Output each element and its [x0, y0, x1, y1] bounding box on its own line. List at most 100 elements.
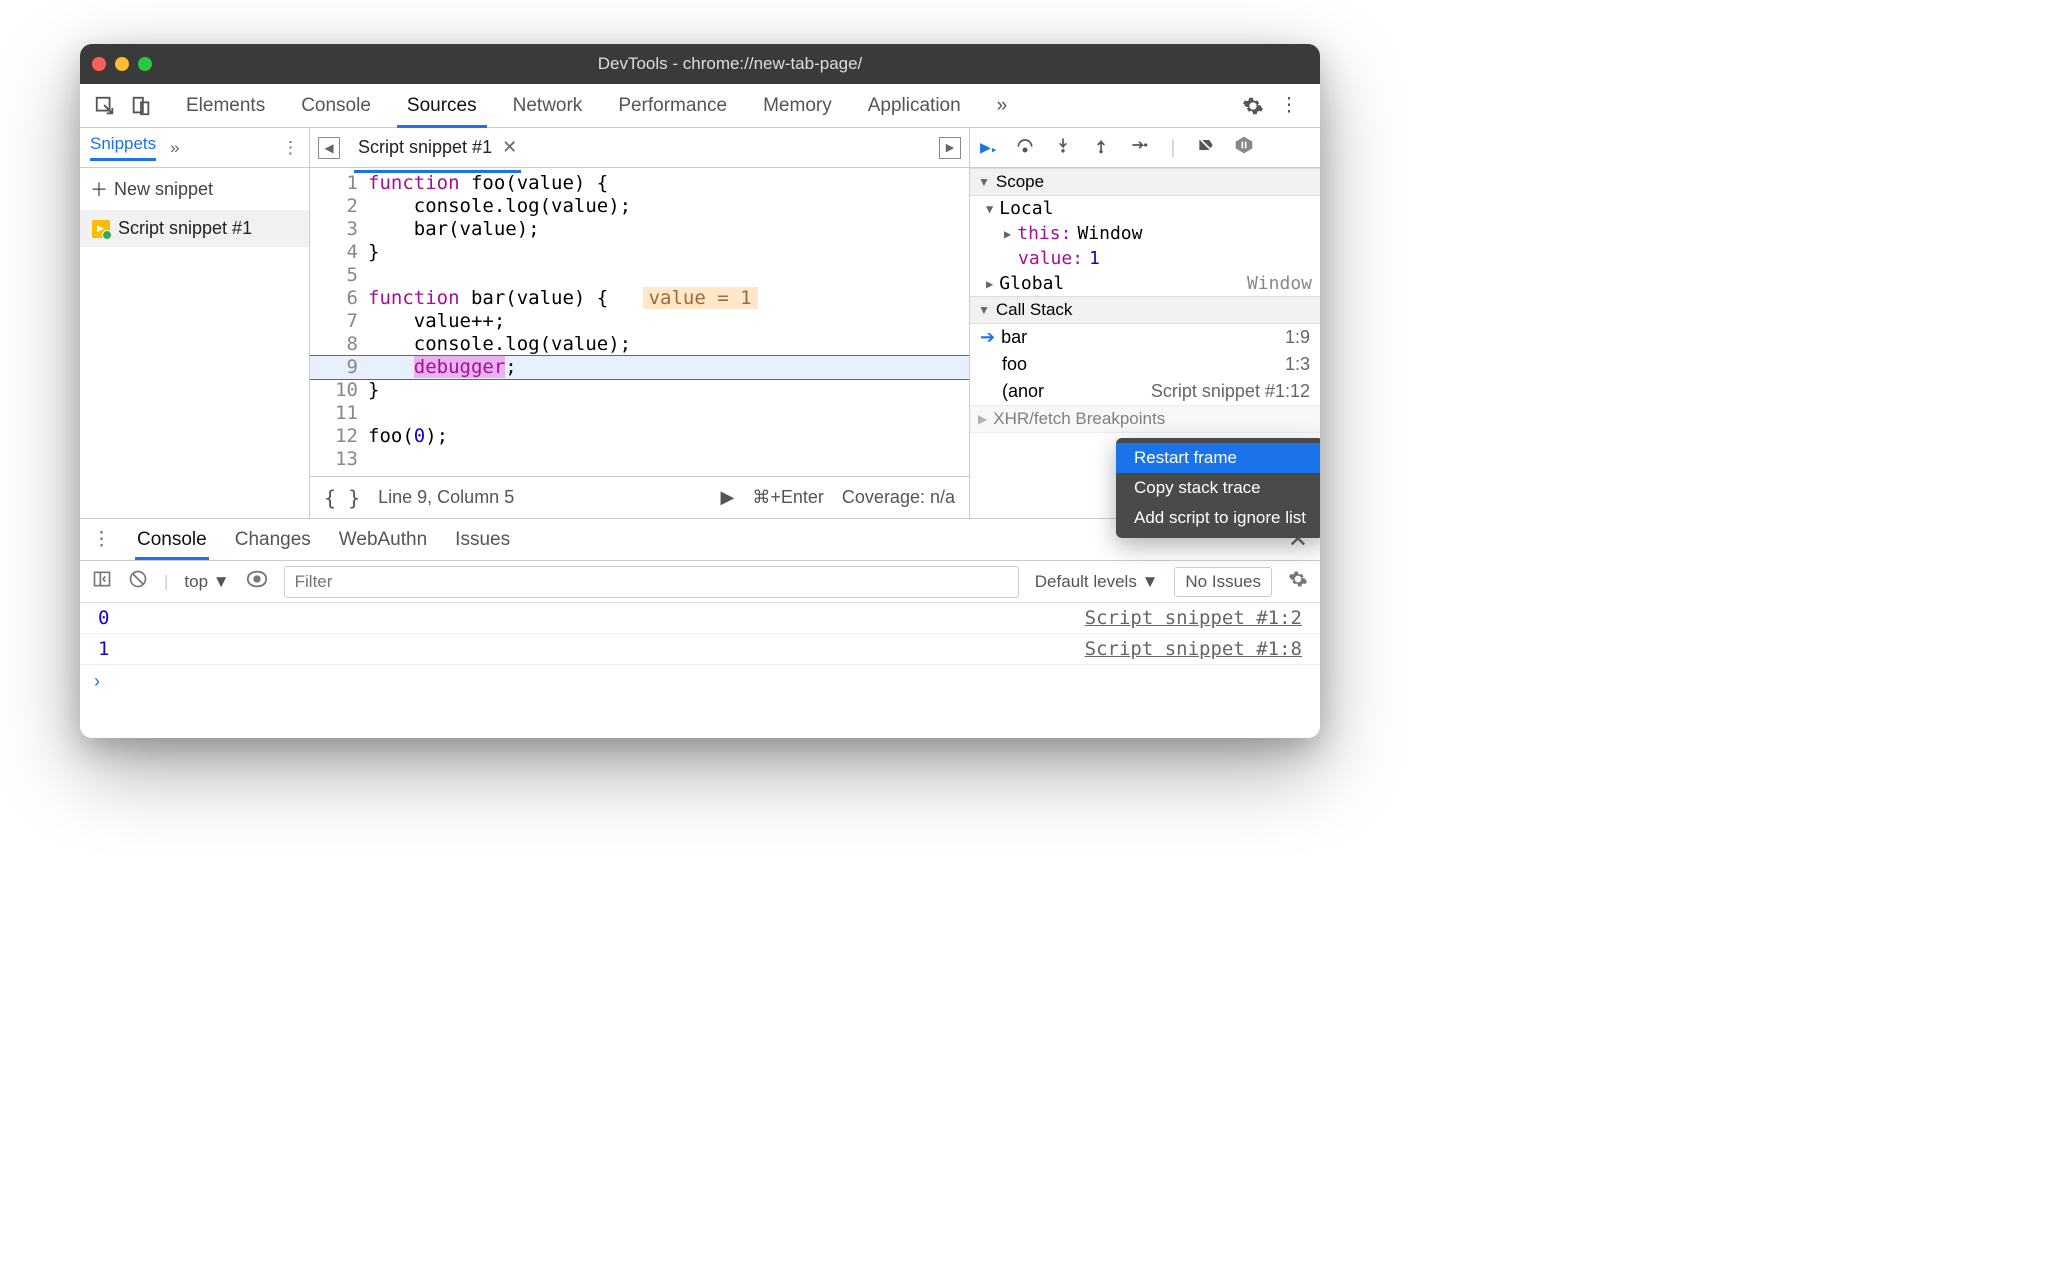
debugger-toolbar: ▶▸ | — [970, 128, 1320, 168]
code-line[interactable]: 7 value++; — [310, 310, 969, 333]
clear-console-icon[interactable] — [128, 569, 148, 594]
settings-gear-icon[interactable] — [1238, 91, 1268, 121]
pretty-print-icon[interactable]: { } — [324, 486, 360, 510]
inspect-icon[interactable] — [90, 91, 120, 121]
plus-icon: ＋ — [90, 176, 108, 202]
sidebar-header: Snippets » ⋮ — [80, 128, 309, 168]
code-line[interactable]: 6function bar(value) { value = 1 — [310, 287, 969, 310]
live-expression-icon[interactable] — [246, 568, 268, 595]
tab-network[interactable]: Network — [495, 85, 601, 127]
code-line[interactable]: 5 — [310, 264, 969, 287]
ctx-copy-stack-trace[interactable]: Copy stack trace — [1116, 473, 1320, 503]
drawer-tab-changes[interactable]: Changes — [233, 521, 313, 559]
scope-header[interactable]: ▼Scope — [970, 168, 1320, 196]
tab-performance[interactable]: Performance — [600, 85, 745, 127]
console-output: 0Script snippet #1:2 1Script snippet #1:… — [80, 603, 1320, 665]
callstack-header[interactable]: ▼Call Stack — [970, 296, 1320, 324]
tab-sources[interactable]: Sources — [389, 85, 495, 127]
kebab-menu-icon[interactable]: ⋮ — [1274, 91, 1304, 121]
scope-value[interactable]: value: 1 — [970, 246, 1320, 271]
console-message[interactable]: 1Script snippet #1:8 — [80, 634, 1320, 665]
drawer-menu-icon[interactable]: ⋮ — [92, 528, 111, 551]
code-editor[interactable]: 1function foo(value) {2 console.log(valu… — [310, 168, 969, 476]
window-title: DevTools - chrome://new-tab-page/ — [152, 54, 1308, 74]
cursor-position: Line 9, Column 5 — [378, 487, 514, 508]
ctx-add-ignore-list[interactable]: Add script to ignore list — [1116, 503, 1320, 533]
code-line[interactable]: 13 — [310, 448, 969, 471]
code-line[interactable]: 8 console.log(value); — [310, 333, 969, 356]
more-panes-icon[interactable]: » — [170, 138, 179, 158]
callstack-frame-anon[interactable]: (anorScript snippet #1:12 — [970, 378, 1320, 405]
drawer-tab-webauthn[interactable]: WebAuthn — [337, 521, 429, 559]
main-tabs: Elements Console Sources Network Perform… — [168, 85, 1025, 127]
pause-exceptions-icon[interactable] — [1234, 135, 1254, 160]
editor-pane: ◀ Script snippet #1 ✕ ▶ 1function foo(va… — [310, 128, 970, 518]
code-line[interactable]: 3 bar(value); — [310, 218, 969, 241]
editor-statusbar: { } Line 9, Column 5 ▶ ⌘+Enter Coverage:… — [310, 476, 969, 518]
code-line[interactable]: 2 console.log(value); — [310, 195, 969, 218]
console-toolbar: | top ▼ Default levels ▼ No Issues — [80, 561, 1320, 603]
resume-icon[interactable]: ▶▸ — [980, 137, 997, 158]
context-selector[interactable]: top ▼ — [184, 572, 229, 592]
run-snippet-icon[interactable]: ▶ — [939, 137, 961, 159]
new-snippet-button[interactable]: ＋New snippet — [80, 168, 309, 210]
issues-button[interactable]: No Issues — [1174, 567, 1272, 597]
editor-tab[interactable]: Script snippet #1 ✕ — [354, 131, 521, 164]
snippet-file-icon — [92, 220, 110, 238]
drawer: ⋮ Console Changes WebAuthn Issues ✕ | to… — [80, 518, 1320, 738]
drawer-tab-issues[interactable]: Issues — [453, 521, 512, 559]
tab-elements[interactable]: Elements — [168, 85, 283, 127]
tab-console[interactable]: Console — [283, 85, 389, 127]
current-frame-icon: ➔ — [980, 327, 995, 348]
titlebar: DevTools - chrome://new-tab-page/ — [80, 44, 1320, 84]
traffic-lights — [92, 57, 152, 71]
minimize-window-button[interactable] — [115, 57, 129, 71]
snippet-list-item[interactable]: Script snippet #1 — [80, 210, 309, 247]
maximize-window-button[interactable] — [138, 57, 152, 71]
devtools-window: DevTools - chrome://new-tab-page/ Elemen… — [80, 44, 1320, 738]
snippets-sidebar: Snippets » ⋮ ＋New snippet Script snippet… — [80, 128, 310, 518]
tab-application[interactable]: Application — [850, 85, 979, 127]
device-toggle-icon[interactable] — [126, 91, 156, 121]
context-menu: Restart frame Copy stack trace Add scrip… — [1116, 438, 1320, 538]
show-navigator-icon[interactable]: ◀ — [318, 137, 340, 159]
step-icon[interactable] — [1129, 135, 1149, 160]
log-levels-selector[interactable]: Default levels ▼ — [1035, 572, 1159, 592]
callstack-frame-foo[interactable]: foo1:3 — [970, 351, 1320, 378]
scope-this[interactable]: ▶this: Window — [970, 221, 1320, 246]
coverage-status: Coverage: n/a — [842, 487, 955, 508]
close-window-button[interactable] — [92, 57, 106, 71]
more-tabs-icon[interactable]: » — [979, 85, 1026, 127]
run-icon[interactable]: ▶ — [721, 487, 735, 508]
source-link[interactable]: Script snippet #1:8 — [1085, 638, 1302, 660]
step-over-icon[interactable] — [1015, 135, 1035, 160]
run-shortcut: ⌘+Enter — [752, 487, 824, 508]
console-prompt[interactable]: › — [80, 665, 1320, 698]
code-line[interactable]: 4} — [310, 241, 969, 264]
drawer-tab-console[interactable]: Console — [135, 521, 209, 559]
code-line[interactable]: 10} — [310, 379, 969, 402]
sidebar-tab-snippets[interactable]: Snippets — [90, 134, 156, 161]
filter-input[interactable] — [284, 566, 1019, 598]
editor-tabbar: ◀ Script snippet #1 ✕ ▶ — [310, 128, 969, 168]
scope-global[interactable]: ▶GlobalWindow — [970, 271, 1320, 296]
xhr-breakpoints-header[interactable]: ▶XHR/fetch Breakpoints — [970, 405, 1320, 433]
code-line[interactable]: 12foo(0); — [310, 425, 969, 448]
console-settings-gear-icon[interactable] — [1288, 569, 1308, 594]
code-line[interactable]: 9 debugger; — [310, 356, 969, 379]
tab-memory[interactable]: Memory — [745, 85, 850, 127]
callstack-frame-bar[interactable]: ➔bar1:9 — [970, 324, 1320, 351]
sidebar-menu-icon[interactable]: ⋮ — [282, 138, 299, 158]
step-into-icon[interactable] — [1053, 135, 1073, 160]
code-line[interactable]: 11 — [310, 402, 969, 425]
scope-local[interactable]: ▼Local — [970, 196, 1320, 221]
console-message[interactable]: 0Script snippet #1:2 — [80, 603, 1320, 634]
step-out-icon[interactable] — [1091, 135, 1111, 160]
show-console-sidebar-icon[interactable] — [92, 569, 112, 594]
code-line[interactable]: 1function foo(value) { — [310, 172, 969, 195]
deactivate-breakpoints-icon[interactable] — [1196, 135, 1216, 160]
main-toolbar: Elements Console Sources Network Perform… — [80, 84, 1320, 128]
source-link[interactable]: Script snippet #1:2 — [1085, 607, 1302, 629]
ctx-restart-frame[interactable]: Restart frame — [1116, 443, 1320, 473]
close-tab-icon[interactable]: ✕ — [502, 137, 517, 158]
